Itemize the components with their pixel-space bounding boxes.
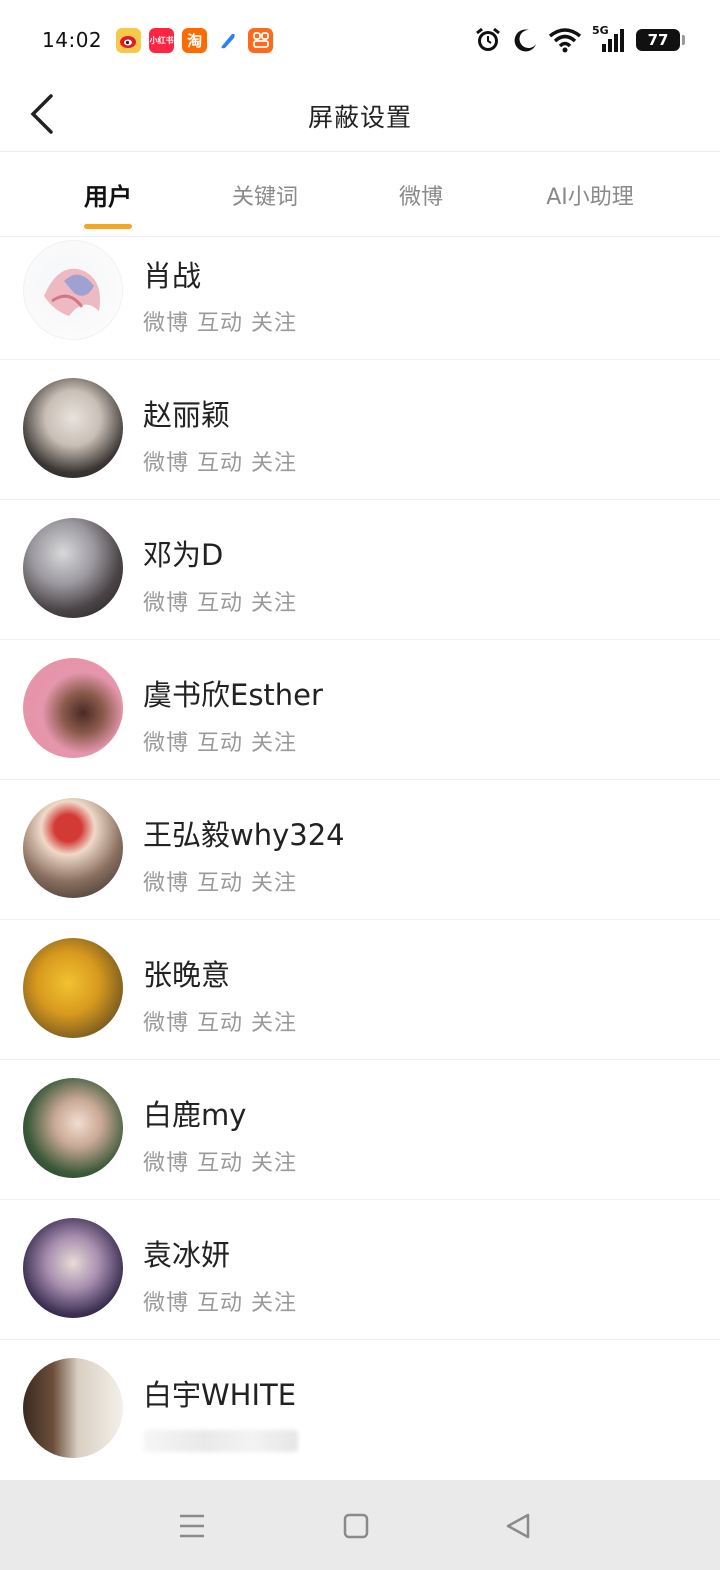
blocked-scope-placeholder	[143, 1430, 298, 1452]
list-item[interactable]: 袁冰妍 微博 互动 关注	[0, 1200, 720, 1340]
back-triangle-icon	[506, 1513, 530, 1539]
chevron-left-icon	[30, 94, 53, 134]
tab-keywords[interactable]: 关键词	[218, 152, 312, 237]
list-item[interactable]: 王弘毅why324 微博 互动 关注	[0, 780, 720, 920]
home-button[interactable]	[334, 1504, 378, 1548]
blue-app-icon	[215, 27, 241, 53]
avatar	[23, 518, 123, 618]
taobao-app-icon: 淘	[182, 27, 208, 53]
moon-icon	[514, 29, 536, 52]
cellular-signal: 5G	[592, 24, 626, 54]
list-item[interactable]: 白宇WHITE	[0, 1340, 720, 1480]
tab-label: 微博	[398, 184, 443, 210]
menu-icon	[180, 1514, 204, 1538]
blocked-scope: 微博 互动 关注	[143, 731, 297, 756]
orange-app-icon	[248, 27, 274, 53]
notification-app-icons: 小红书 淘	[116, 27, 274, 53]
user-name: 白鹿my	[143, 1098, 247, 1132]
blocked-scope: 微博 互动 关注	[143, 1011, 297, 1036]
active-tab-indicator	[84, 224, 132, 229]
blocked-scope: 微博 互动 关注	[143, 1291, 297, 1316]
avatar	[23, 658, 123, 758]
back-nav-button[interactable]	[496, 1504, 540, 1548]
blocked-scope: 微博 互动 关注	[143, 451, 297, 476]
page-title: 屏蔽设置	[307, 102, 412, 132]
list-item[interactable]: 邓为D 微博 互动 关注	[0, 500, 720, 640]
list-item[interactable]: 肖战 微博 互动 关注	[0, 238, 720, 360]
status-indicators: 5G 77	[474, 24, 685, 54]
tab-label: AI小助理	[546, 184, 634, 210]
list-item[interactable]: 白鹿my 微博 互动 关注	[0, 1060, 720, 1200]
avatar	[23, 378, 123, 478]
wifi-icon	[548, 28, 582, 53]
list-item[interactable]: 赵丽颖 微博 互动 关注	[0, 360, 720, 500]
header: 屏蔽设置	[0, 80, 720, 152]
tab-bar: 用户 关键词 微博 AI小助理	[0, 152, 720, 237]
avatar	[23, 1218, 123, 1318]
tab-label: 用户	[84, 183, 132, 211]
avatar	[23, 240, 123, 340]
status-time: 14:02	[42, 28, 103, 52]
blocked-scope: 微博 互动 关注	[143, 1151, 297, 1176]
tab-users[interactable]: 用户	[68, 152, 148, 237]
menu-button[interactable]	[170, 1504, 214, 1548]
weibo-app-icon	[116, 27, 142, 53]
avatar	[23, 938, 123, 1038]
blocked-scope: 微博 互动 关注	[143, 871, 297, 896]
user-name: 王弘毅why324	[143, 818, 345, 852]
alarm-icon	[476, 27, 500, 51]
avatar	[23, 798, 123, 898]
blocked-scope: 微博 互动 关注	[143, 311, 297, 336]
blocked-scope: 微博 互动 关注	[143, 591, 297, 616]
tab-weibo[interactable]: 微博	[385, 152, 457, 237]
tab-ai-assistant[interactable]: AI小助理	[530, 152, 650, 237]
xiaohongshu-app-icon: 小红书	[149, 27, 175, 53]
back-button[interactable]	[22, 86, 62, 142]
blocked-user-list[interactable]: 肖战 微博 互动 关注 赵丽颖 微博 互动 关注 邓为D 微博 互动 关注 虞书…	[0, 238, 720, 1480]
home-square-icon	[343, 1513, 369, 1539]
list-item[interactable]: 张晚意 微博 互动 关注	[0, 920, 720, 1060]
user-name: 虞书欣Esther	[143, 678, 323, 712]
signal-icon	[602, 29, 624, 52]
user-name: 张晚意	[143, 958, 231, 992]
user-name: 赵丽颖	[143, 398, 231, 432]
avatar	[23, 1358, 123, 1458]
avatar	[23, 1078, 123, 1178]
user-name: 袁冰妍	[143, 1238, 231, 1272]
list-item[interactable]: 虞书欣Esther 微博 互动 关注	[0, 640, 720, 780]
tab-label: 关键词	[231, 184, 298, 210]
system-navigation-bar	[0, 1480, 720, 1570]
user-name: 白宇WHITE	[143, 1378, 297, 1412]
status-bar: 14:02 小红书 淘 5G 77	[0, 0, 720, 80]
user-name: 邓为D	[143, 538, 224, 572]
user-name: 肖战	[143, 259, 202, 293]
battery-indicator: 77	[636, 29, 685, 51]
